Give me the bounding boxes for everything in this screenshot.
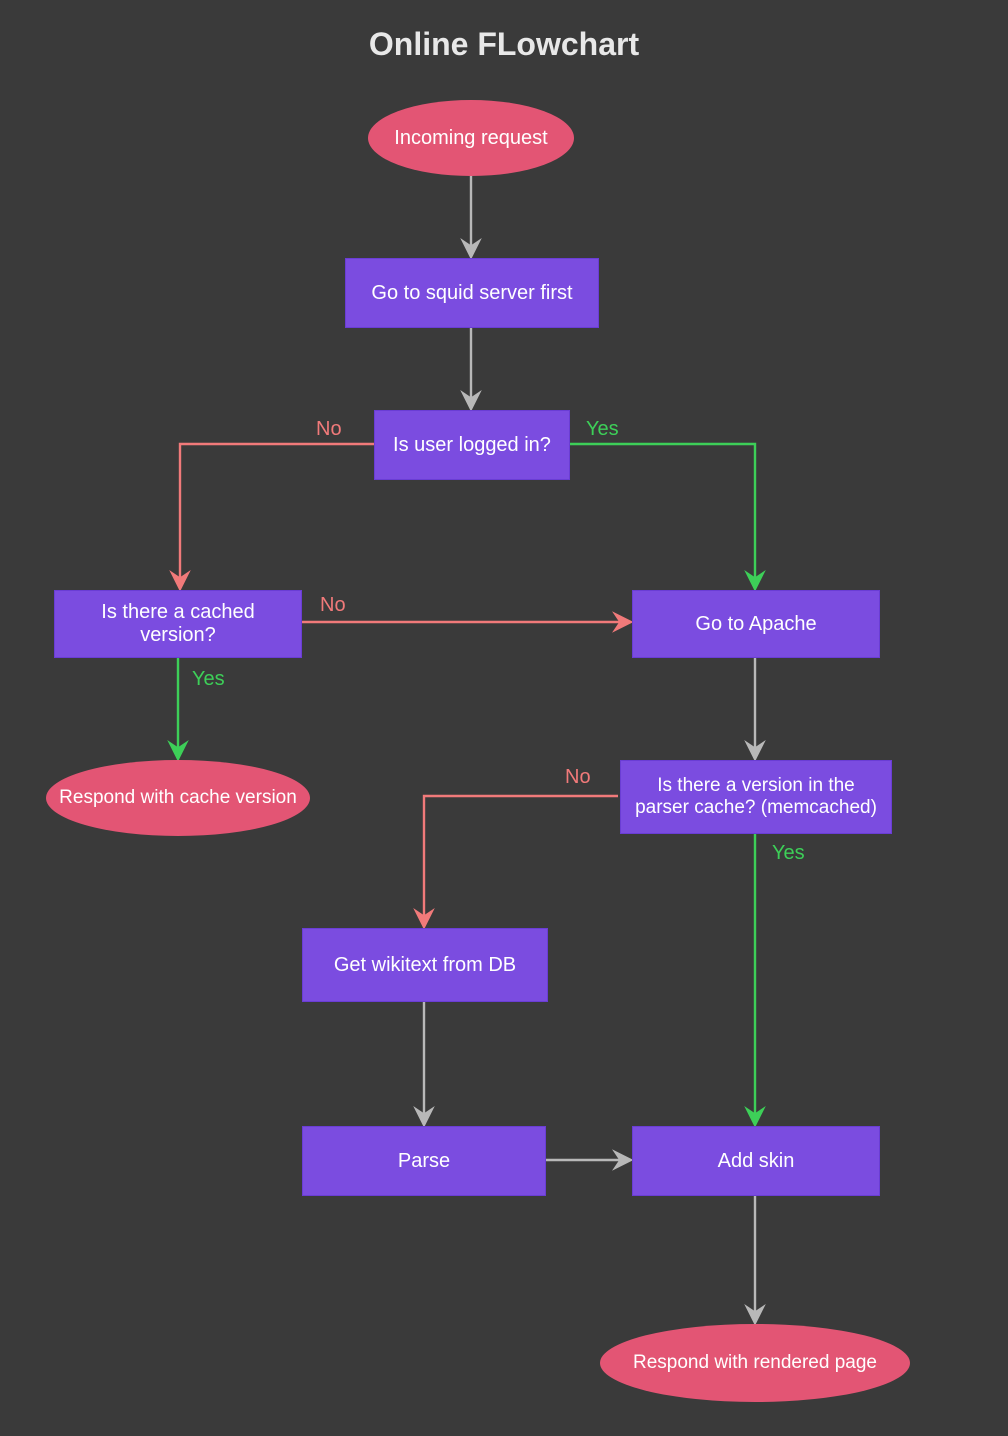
node-label: Is there a cached version?: [65, 601, 291, 647]
label-cached-yes: Yes: [192, 668, 225, 691]
flowchart-canvas: Online FLowchart: [0, 0, 1008, 1436]
node-label: Go to squid server first: [371, 282, 572, 305]
node-label: Go to Apache: [695, 613, 816, 636]
node-label: Is user logged in?: [393, 434, 551, 457]
node-parser-cache: Is there a version in the parser cache? …: [620, 760, 892, 834]
node-start: Incoming request: [368, 100, 574, 176]
node-cached: Is there a cached version?: [54, 590, 302, 658]
edge-logged-apache: [570, 444, 755, 588]
node-add-skin: Add skin: [632, 1126, 880, 1196]
node-respond-cache: Respond with cache version: [46, 760, 310, 836]
node-label: Get wikitext from DB: [334, 954, 516, 977]
label-parser-no: No: [565, 766, 591, 789]
node-label: Incoming request: [394, 127, 547, 150]
node-label: Parse: [398, 1150, 450, 1173]
node-apache: Go to Apache: [632, 590, 880, 658]
node-label: Add skin: [718, 1150, 795, 1173]
label-parser-yes: Yes: [772, 842, 805, 865]
diagram-title: Online FLowchart: [0, 26, 1008, 63]
edge-parser-getwiki: [424, 796, 618, 926]
node-logged: Is user logged in?: [374, 410, 570, 480]
edge-logged-cached: [180, 444, 374, 588]
node-parse: Parse: [302, 1126, 546, 1196]
label-logged-no: No: [316, 418, 342, 441]
node-get-wikitext: Get wikitext from DB: [302, 928, 548, 1002]
node-label: Respond with rendered page: [633, 1352, 877, 1374]
node-label: Respond with cache version: [59, 787, 297, 809]
node-squid: Go to squid server first: [345, 258, 599, 328]
node-respond-page: Respond with rendered page: [600, 1324, 910, 1402]
label-cached-no: No: [320, 594, 346, 617]
edges-layer: [0, 0, 1008, 1436]
node-label: Is there a version in the parser cache? …: [631, 775, 881, 819]
label-logged-yes: Yes: [586, 418, 619, 441]
